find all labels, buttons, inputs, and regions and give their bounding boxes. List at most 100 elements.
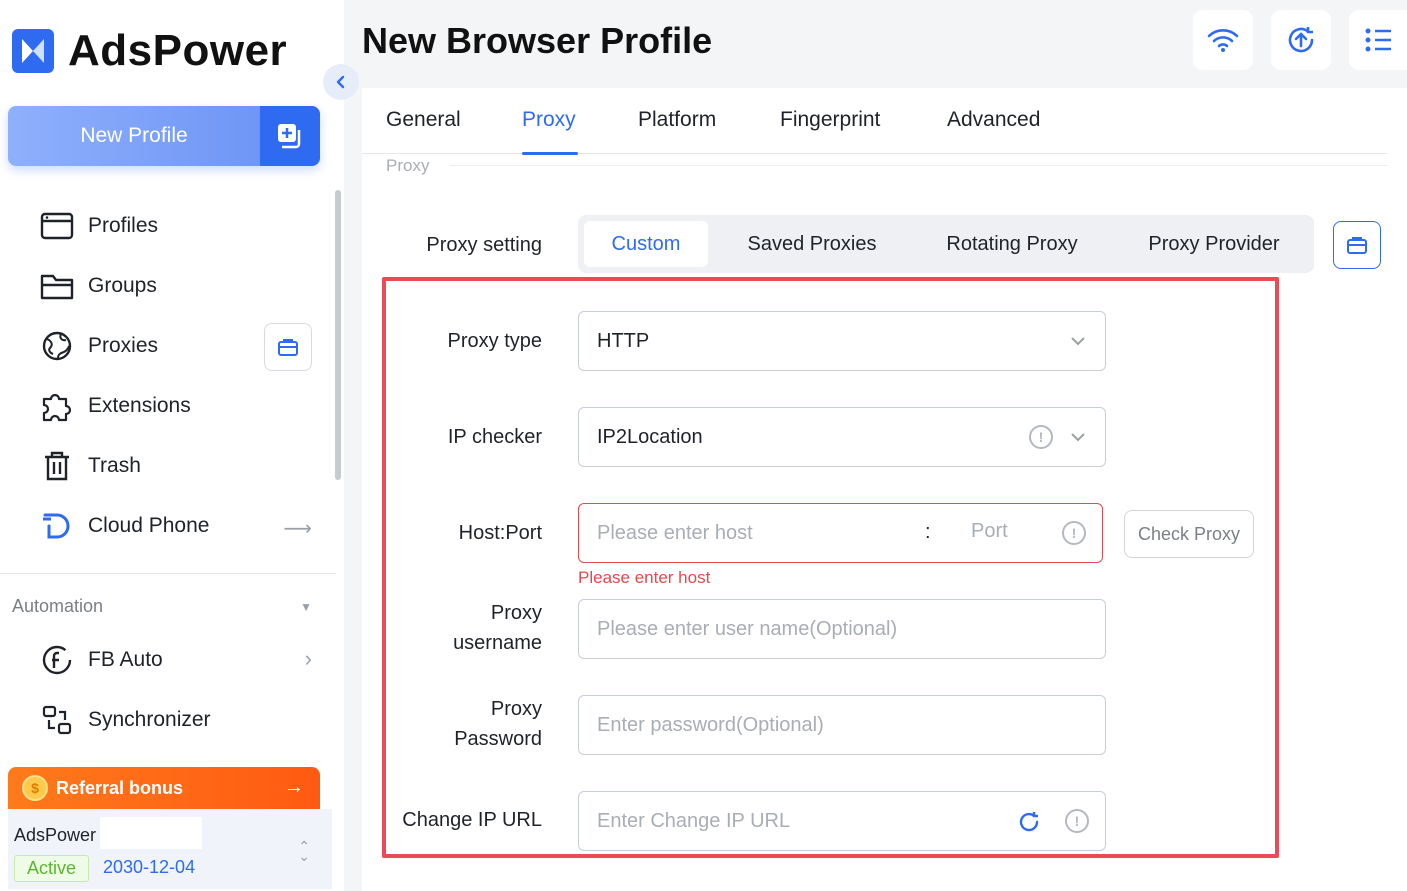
tab-fingerprint[interactable]: Fingerprint [780,108,880,132]
change-ip-url-input[interactable]: Enter Change IP URL ! [578,791,1106,851]
network-status-button[interactable] [1193,10,1253,70]
change-ip-url-placeholder: Enter Change IP URL [597,809,791,832]
change-ip-url-label: Change IP URL [402,809,542,831]
sidebar-scrollbar[interactable] [335,190,341,480]
refresh-icon[interactable] [1017,810,1041,834]
proxy-type-value: HTTP [597,329,650,352]
facebook-icon [40,643,74,677]
host-port-field: Please enter host : Port ! [578,503,1103,563]
port-input[interactable]: Port [971,520,1008,543]
arrow-right-icon: → [284,776,304,798]
adspower-logo-icon [12,29,54,73]
briefcase-icon [1347,237,1367,254]
collapse-sidebar-button[interactable] [323,64,359,100]
info-icon[interactable]: ! [1029,425,1053,449]
new-profile-button[interactable]: New Profile [8,106,320,166]
trash-icon [40,449,74,483]
sidebar-item-label: Trash [88,454,141,477]
chevron-down-icon [1071,337,1085,346]
proxies-kit-button[interactable] [264,323,312,371]
ip-checker-value: IP2Location [597,425,703,448]
proxy-kit-button[interactable] [1333,221,1381,269]
chevron-left-icon [336,75,345,89]
account-name: AdsPower [14,825,97,845]
sidebar-item-trash[interactable]: Trash [0,436,330,496]
host-port-label: Host:Port [458,522,542,544]
coin-icon: $ [22,775,48,801]
sidebar: AdsPower New Profile Profiles Groups Pro… [0,0,344,891]
automation-nav: FB Auto › Synchronizer [0,630,330,750]
upload-sync-icon [1288,27,1314,53]
proxy-password-input[interactable]: Enter password(Optional) [578,695,1106,755]
list-icon [1365,28,1391,52]
add-profile-icon[interactable] [260,106,320,166]
synchronizer-icon [40,703,74,737]
profile-form-panel: General Proxy Platform Fingerprint Advan… [362,88,1407,891]
ip-checker-label: IP checker [447,426,542,448]
port-separator: : [925,521,931,543]
sidebar-item-label: Cloud Phone [88,514,210,537]
password-placeholder: Enter password(Optional) [597,713,824,736]
expand-toggle-icon[interactable]: ⌃ ⌄ [298,839,310,863]
cloud-phone-icon [40,509,74,543]
username-label-line1: Proxy [490,602,542,624]
proxy-type-select[interactable]: HTTP [578,311,1106,371]
sidebar-item-profiles[interactable]: Profiles [0,196,330,256]
sidebar-item-label: Profiles [88,214,159,237]
username-placeholder: Please enter user name(Optional) [597,617,898,640]
automation-heading[interactable]: Automation ▼ [12,596,312,617]
check-proxy-button[interactable]: Check Proxy [1124,510,1254,558]
new-profile-label[interactable]: New Profile [8,106,260,166]
username-label-line2: username [453,632,542,654]
host-input[interactable]: Please enter host [597,522,927,545]
expiry-date: 2030-12-04 [103,857,196,877]
app-name: AdsPower [68,26,288,75]
profiles-icon [40,209,74,243]
referral-bonus-banner[interactable]: $ Referral bonus → [8,767,320,809]
folder-icon [40,269,74,303]
sidebar-item-synchronizer[interactable]: Synchronizer [0,690,330,750]
sidebar-item-label: Groups [88,274,157,297]
sidebar-item-proxies[interactable]: Proxies [0,316,330,376]
chevron-right-icon: › [304,646,312,671]
status-badge: Active [14,855,90,882]
chevron-down-icon [1071,433,1085,442]
info-icon[interactable]: ! [1065,809,1089,833]
sidebar-item-label: Proxies [88,334,159,357]
arrow-right-icon: ⟶ [283,518,312,540]
automation-label: Automation [12,596,104,616]
ip-checker-select[interactable]: IP2Location ! [578,407,1106,467]
host-error-message: Please enter host [578,568,711,587]
task-list-button[interactable] [1349,10,1407,70]
sync-upload-button[interactable] [1271,10,1331,70]
info-icon[interactable]: ! [1062,521,1086,545]
sidebar-item-label: Extensions [88,394,191,417]
proxy-type-label: Proxy type [447,330,542,352]
caret-down-icon: ▼ [300,599,312,614]
section-label: Proxy [386,156,430,175]
referral-label: Referral bonus [56,777,184,798]
briefcase-icon[interactable] [264,323,312,371]
sidebar-item-fb-auto[interactable]: FB Auto › [0,630,330,690]
sidebar-divider [0,573,336,574]
mode-rotating-proxy[interactable]: Rotating Proxy [926,221,1098,267]
password-label-line2: Password [454,728,542,750]
tab-advanced[interactable]: Advanced [947,108,1040,132]
mode-custom[interactable]: Custom [584,221,708,267]
tab-platform[interactable]: Platform [638,108,716,132]
sidebar-item-label: FB Auto [88,648,163,671]
tab-proxy[interactable]: Proxy [522,108,576,132]
proxy-username-input[interactable]: Please enter user name(Optional) [578,599,1106,659]
account-card[interactable]: AdsPower Active 2030-12-04 ⌃ ⌄ [8,809,332,889]
proxy-setting-label: Proxy setting [426,234,542,256]
wifi-icon [1207,29,1239,52]
sidebar-item-extensions[interactable]: Extensions [0,376,330,436]
mode-saved-proxies[interactable]: Saved Proxies [726,221,898,267]
sidebar-item-groups[interactable]: Groups [0,256,330,316]
mode-proxy-provider[interactable]: Proxy Provider [1126,221,1302,267]
tab-general[interactable]: General [386,108,461,132]
section-divider [450,165,1388,166]
proxy-mode-segmented-control: Custom Saved Proxies Rotating Proxy Prox… [578,215,1314,273]
password-label-line1: Proxy [490,698,542,720]
sidebar-item-cloud-phone[interactable]: Cloud Phone ⟶ [0,496,330,556]
